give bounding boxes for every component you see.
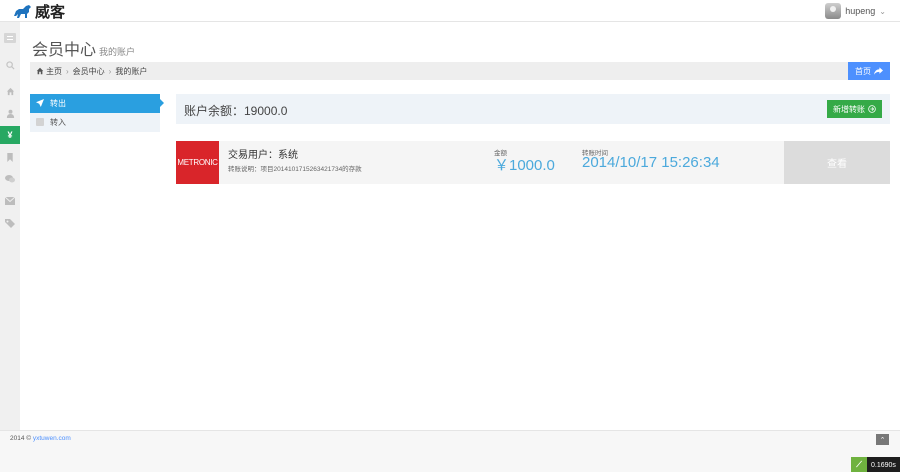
time-value: 2014/10/17 15:26:34 xyxy=(582,154,720,171)
yen-icon: ¥ xyxy=(7,130,13,140)
tab-label: 转入 xyxy=(50,118,66,127)
amount-value: ￥1000.0 xyxy=(494,157,555,174)
metronic-logo: METRONIC xyxy=(176,141,219,184)
icon-sidebar: ¥ xyxy=(0,22,20,430)
home-icon xyxy=(36,67,44,75)
copyright-prefix: 2014 © xyxy=(10,435,32,442)
home-icon xyxy=(6,87,14,95)
timer-value: 0.1690s xyxy=(871,461,896,469)
breadcrumb-current: 我的账户 xyxy=(115,66,148,76)
envelope-icon xyxy=(5,197,15,205)
transaction-item: METRONIC 交易用户：系统 转账说明：项目2014101715263421… xyxy=(176,141,890,184)
site-logo[interactable]: 威客 xyxy=(12,2,66,21)
scroll-to-top-button[interactable]: ⌃ xyxy=(876,434,889,445)
sidebar-item-user[interactable] xyxy=(0,104,20,122)
tab-transfer-in[interactable]: 转入 xyxy=(30,113,160,132)
sidebar-item-bookmark[interactable] xyxy=(0,148,20,166)
debug-bar-icon: ⟋ xyxy=(851,457,867,472)
tab-label: 转出 xyxy=(50,99,66,108)
page-title: 会员中心 我的账户 xyxy=(32,36,135,60)
chevron-down-icon: ⌄ xyxy=(879,6,886,16)
sidebar-toggle-button[interactable] xyxy=(0,30,20,46)
user-icon xyxy=(6,109,14,118)
tab-transfer-out[interactable]: 转出 xyxy=(30,94,164,113)
sidebar-item-mail[interactable] xyxy=(0,192,20,210)
sidebar-item-comments[interactable] xyxy=(0,170,20,188)
homepage-button[interactable]: 首页 xyxy=(848,62,890,80)
homepage-button-label: 首页 xyxy=(855,66,871,76)
balance-text: 账户余额：19000.0 xyxy=(184,104,288,118)
breadcrumb-separator-icon: › xyxy=(66,66,69,76)
copyright: 2014 © yxtuwen.com xyxy=(10,435,71,442)
transaction-description: 转账说明：项目2014101715263421734的存款 xyxy=(228,166,362,173)
breadcrumb-separator-icon: › xyxy=(108,66,112,76)
comments-icon xyxy=(5,175,15,183)
top-header: 威客 hupeng ⌄ xyxy=(0,0,900,22)
breadcrumb: 主页 › 会员中心 › 我的账户 xyxy=(30,62,848,80)
view-button[interactable]: 查看 xyxy=(784,141,890,184)
add-transfer-label: 新增转账 xyxy=(833,104,865,114)
sidebar-item-finance[interactable]: ¥ xyxy=(0,126,20,144)
logo-text: 威客 xyxy=(35,2,66,21)
debug-timer: ⟋ 0.1690s xyxy=(851,457,900,472)
tags-icon xyxy=(5,218,15,228)
transaction-user: 交易用户：系统 xyxy=(228,150,298,161)
menu-toggle-icon xyxy=(4,33,16,43)
breadcrumb-link-member-center[interactable]: 会员中心 xyxy=(73,66,105,77)
balance-panel: 账户余额：19000.0 新增转账 xyxy=(176,94,890,124)
share-arrow-icon xyxy=(874,67,883,75)
breadcrumb-link-home[interactable]: 主页 xyxy=(46,66,62,77)
horse-logo-icon xyxy=(14,5,31,18)
arrow-circle-right-icon xyxy=(868,105,876,113)
copyright-link[interactable]: yxtuwen.com xyxy=(33,435,71,442)
user-name: hupeng xyxy=(845,6,876,16)
user-menu[interactable]: hupeng ⌄ xyxy=(825,3,886,19)
search-icon xyxy=(5,60,15,70)
chevron-up-icon: ⌃ xyxy=(879,436,886,444)
add-transfer-button[interactable]: 新增转账 xyxy=(827,100,882,118)
sidebar-item-home[interactable] xyxy=(0,82,20,100)
checkbox-icon xyxy=(30,117,50,128)
account-tabs: 转出 转入 xyxy=(30,94,164,132)
avatar xyxy=(825,3,842,19)
rocket-icon xyxy=(30,98,50,109)
page-footer: 2014 © yxtuwen.com ⌃ ⟋ 0.1690s xyxy=(0,430,900,472)
page-title-text: 会员中心 xyxy=(32,42,97,59)
sidebar-item-search[interactable] xyxy=(0,56,20,74)
sidebar-item-tags[interactable] xyxy=(0,214,20,232)
page-subtitle: 我的账户 xyxy=(99,47,136,57)
bookmark-icon xyxy=(7,152,13,162)
